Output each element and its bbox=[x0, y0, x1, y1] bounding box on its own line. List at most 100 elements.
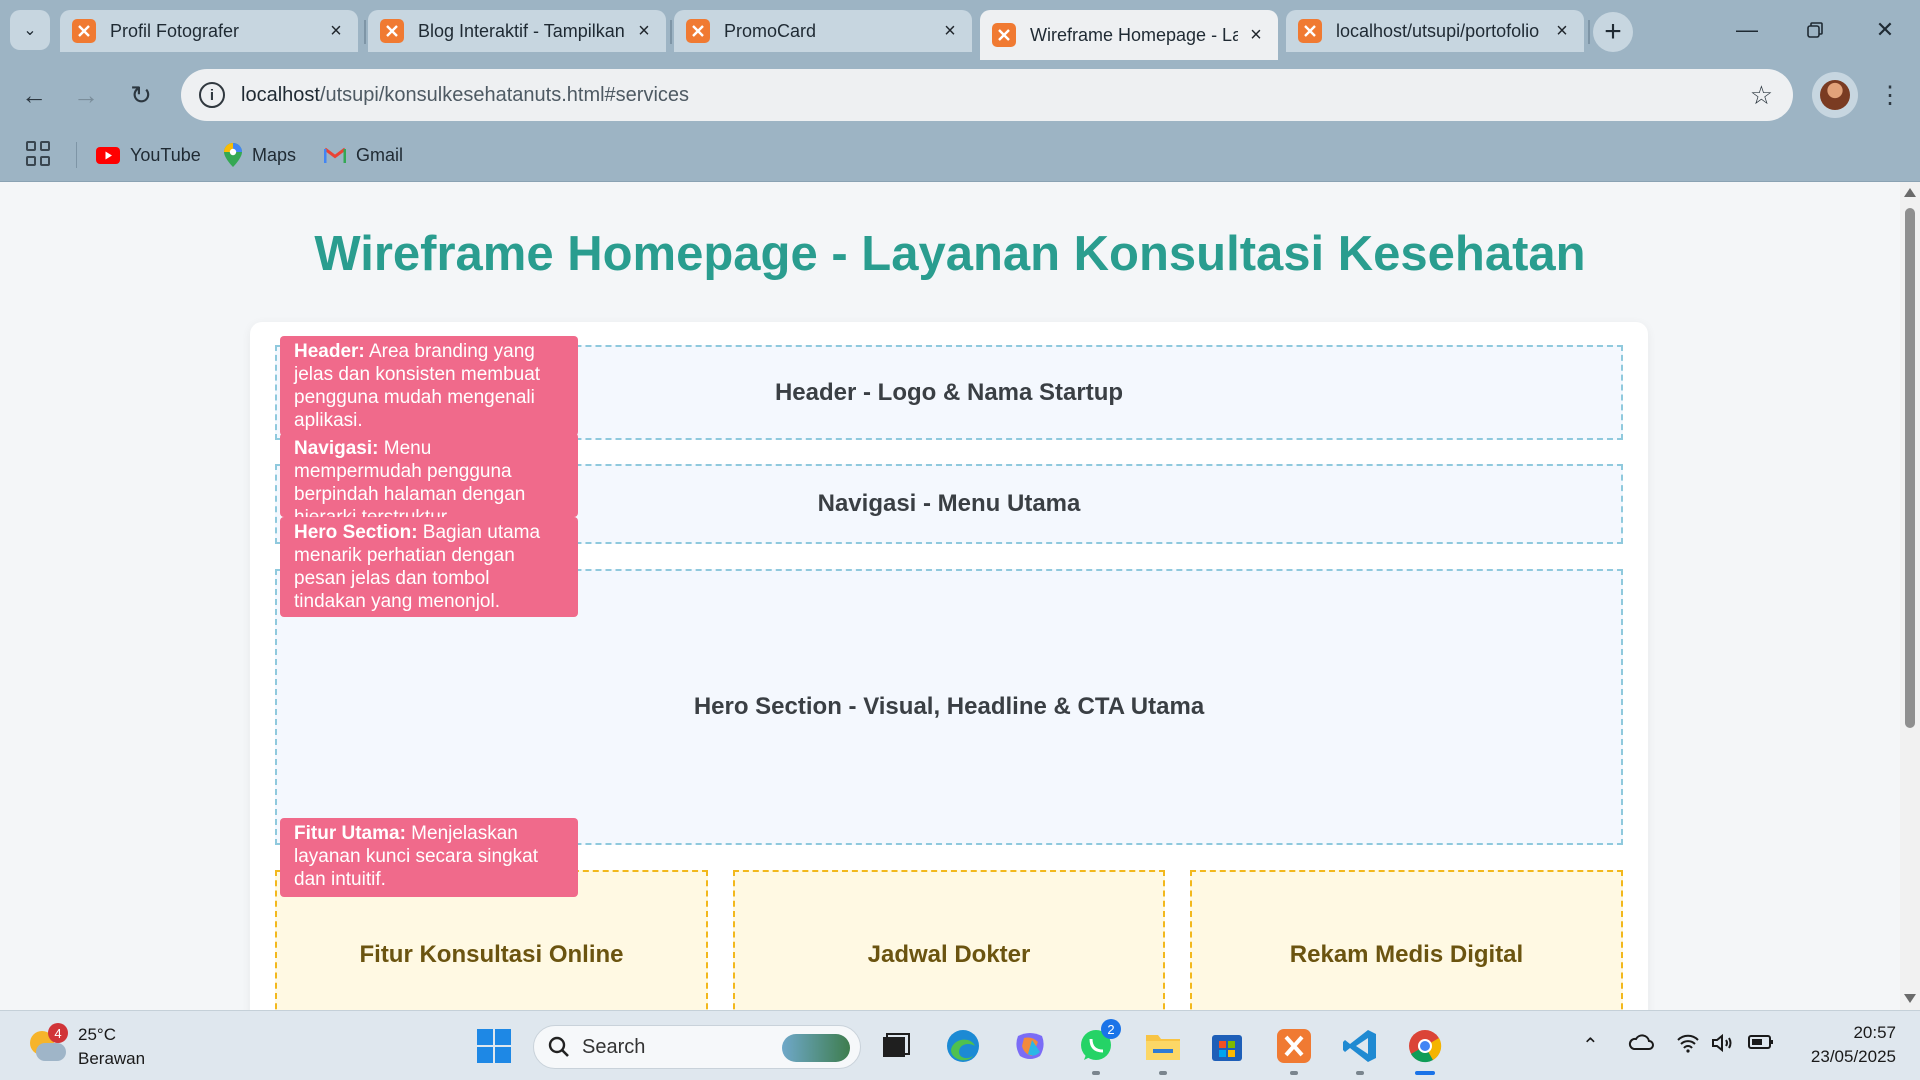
running-indicator bbox=[1356, 1071, 1364, 1075]
taskbar-store[interactable] bbox=[1204, 1023, 1250, 1069]
bookmark-star-icon[interactable]: ☆ bbox=[1750, 80, 1773, 111]
info-icon[interactable]: i bbox=[199, 82, 225, 108]
address-bar[interactable]: i localhost/utsupi/konsulkesehatanuts.ht… bbox=[181, 69, 1793, 121]
volume-tray[interactable] bbox=[1711, 1033, 1735, 1059]
scroll-down-arrow-icon[interactable] bbox=[1904, 994, 1916, 1003]
tab-title: localhost/utsupi/portofolio bbox=[1336, 20, 1540, 41]
page-title: Wireframe Homepage - Layanan Konsultasi … bbox=[314, 227, 1586, 281]
tab-search-button[interactable]: ⌄ bbox=[10, 10, 50, 50]
onedrive-tray[interactable] bbox=[1628, 1033, 1654, 1057]
minimize-icon: — bbox=[1736, 17, 1758, 42]
wifi-tray[interactable] bbox=[1676, 1033, 1700, 1059]
feature-box-jadwal: Jadwal Dokter bbox=[733, 870, 1165, 1010]
annotation-note-header: Header: Area branding yang jelas dan kon… bbox=[280, 336, 578, 436]
xampp-icon bbox=[686, 19, 710, 43]
arrow-left-icon: ← bbox=[21, 79, 47, 110]
bookmarks-divider bbox=[76, 142, 77, 168]
url-host: localhost bbox=[241, 83, 320, 106]
weather-badge: 4 bbox=[48, 1023, 68, 1043]
section-label: Hero Section - Visual, Headline & CTA Ut… bbox=[693, 693, 1205, 720]
note-label: Hero Section: bbox=[294, 522, 418, 543]
youtube-icon bbox=[96, 146, 120, 164]
scroll-up-arrow-icon[interactable] bbox=[1904, 188, 1916, 197]
wifi-icon bbox=[1677, 1034, 1699, 1053]
close-icon[interactable]: × bbox=[1246, 24, 1266, 46]
battery-tray[interactable] bbox=[1748, 1033, 1774, 1056]
avatar bbox=[1820, 80, 1850, 110]
taskbar-task-view[interactable] bbox=[873, 1023, 919, 1069]
feature-box-rekam-medis: Rekam Medis Digital bbox=[1190, 870, 1623, 1010]
windows-taskbar: 4 25°C Berawan Search 2 ⌃ 20:57 23/05/20… bbox=[0, 1010, 1920, 1080]
task-view-icon bbox=[883, 1033, 910, 1057]
close-icon: ✕ bbox=[1875, 17, 1895, 42]
tab-title: Wireframe Homepage - Layanan bbox=[1030, 24, 1238, 45]
close-icon[interactable]: × bbox=[326, 20, 346, 42]
url-path: /utsupi/konsulkesehatanuts.html#services bbox=[319, 83, 690, 106]
reload-button[interactable]: ↻ bbox=[121, 75, 161, 115]
taskbar-chrome[interactable] bbox=[1402, 1023, 1448, 1069]
tab-strip: ⌄ Profil Fotografer × Blog Interaktif - … bbox=[0, 0, 1920, 60]
search-label: Search bbox=[582, 1035, 646, 1058]
minimize-button[interactable]: — bbox=[1722, 10, 1772, 50]
section-label: Navigasi - Menu Utama bbox=[817, 490, 1081, 517]
browser-menu-button[interactable]: ⋮ bbox=[1870, 75, 1910, 115]
weather-cloud-sun-icon: 4 bbox=[26, 1023, 68, 1067]
close-icon[interactable]: × bbox=[940, 20, 960, 42]
profile-button[interactable] bbox=[1812, 72, 1858, 118]
clock-date: 23/05/2025 bbox=[1810, 1047, 1896, 1066]
bookmark-gmail[interactable]: Gmail bbox=[324, 141, 403, 169]
page-scrollbar[interactable] bbox=[1900, 182, 1920, 1010]
taskbar-edge[interactable] bbox=[940, 1023, 986, 1069]
restore-button[interactable] bbox=[1790, 10, 1840, 50]
close-icon[interactable]: × bbox=[1552, 20, 1572, 42]
chrome-icon bbox=[1409, 1030, 1442, 1063]
tab-divider bbox=[364, 20, 366, 44]
active-app-indicator bbox=[1415, 1071, 1435, 1075]
bookmarks-bar: YouTube Maps Gmail bbox=[0, 130, 1920, 182]
forward-button[interactable]: → bbox=[66, 75, 106, 115]
tab-portofolio[interactable]: localhost/utsupi/portofolio × bbox=[1286, 10, 1584, 52]
show-hidden-icons-button[interactable]: ⌃ bbox=[1582, 1033, 1599, 1058]
weather-widget[interactable]: 4 25°C Berawan bbox=[26, 1023, 145, 1071]
taskbar-vscode[interactable] bbox=[1337, 1023, 1383, 1069]
taskbar-search-box[interactable]: Search bbox=[533, 1025, 861, 1069]
weather-condition: Berawan bbox=[78, 1049, 146, 1068]
gmail-icon bbox=[324, 147, 346, 164]
annotation-note-fitur: Fitur Utama: Menjelaskan layanan kunci s… bbox=[280, 818, 578, 897]
new-tab-button[interactable]: + bbox=[1593, 12, 1633, 52]
search-icon bbox=[548, 1036, 569, 1057]
vscode-icon bbox=[1343, 1030, 1376, 1062]
section-label: Header - Logo & Nama Startup bbox=[774, 378, 1124, 406]
bookmark-youtube[interactable]: YouTube bbox=[96, 141, 201, 169]
bookmark-maps[interactable]: Maps bbox=[224, 141, 296, 169]
tab-title: PromoCard bbox=[724, 20, 817, 41]
speaker-icon bbox=[1712, 1033, 1732, 1053]
taskbar-clock[interactable]: 20:57 23/05/2025 bbox=[1786, 1021, 1896, 1069]
bookmark-label: Maps bbox=[252, 144, 297, 165]
tab-title: Profil Fotografer bbox=[110, 20, 240, 41]
taskbar-copilot[interactable] bbox=[1007, 1023, 1053, 1069]
xampp-icon bbox=[380, 19, 404, 43]
start-button[interactable] bbox=[471, 1023, 517, 1069]
close-icon[interactable]: × bbox=[634, 20, 654, 42]
maps-pin-icon bbox=[224, 143, 242, 167]
tab-divider bbox=[1588, 20, 1590, 44]
tab-promocard[interactable]: PromoCard × bbox=[674, 10, 972, 52]
note-label: Header: bbox=[294, 341, 365, 362]
taskbar-file-explorer[interactable] bbox=[1140, 1023, 1186, 1069]
taskbar-xampp[interactable] bbox=[1271, 1023, 1317, 1069]
running-indicator bbox=[1092, 1071, 1100, 1075]
close-window-button[interactable]: ✕ bbox=[1860, 10, 1910, 50]
chevron-up-icon: ⌃ bbox=[1582, 1035, 1599, 1057]
taskbar-whatsapp[interactable]: 2 bbox=[1073, 1019, 1121, 1069]
apps-grid-icon[interactable] bbox=[26, 141, 52, 167]
scrollbar-thumb[interactable] bbox=[1905, 208, 1915, 728]
tab-wireframe-homepage[interactable]: Wireframe Homepage - Layanan × bbox=[980, 10, 1278, 60]
tab-profil-fotografer[interactable]: Profil Fotografer × bbox=[60, 10, 358, 52]
xampp-icon bbox=[1277, 1029, 1311, 1063]
back-button[interactable]: ← bbox=[14, 75, 54, 115]
whatsapp-badge: 2 bbox=[1101, 1019, 1121, 1039]
arrow-right-icon: → bbox=[73, 79, 99, 110]
tab-blog-interaktif[interactable]: Blog Interaktif - Tampilkan × bbox=[368, 10, 666, 52]
page-body: Wireframe Homepage - Layanan Konsultasi … bbox=[0, 182, 1900, 1010]
